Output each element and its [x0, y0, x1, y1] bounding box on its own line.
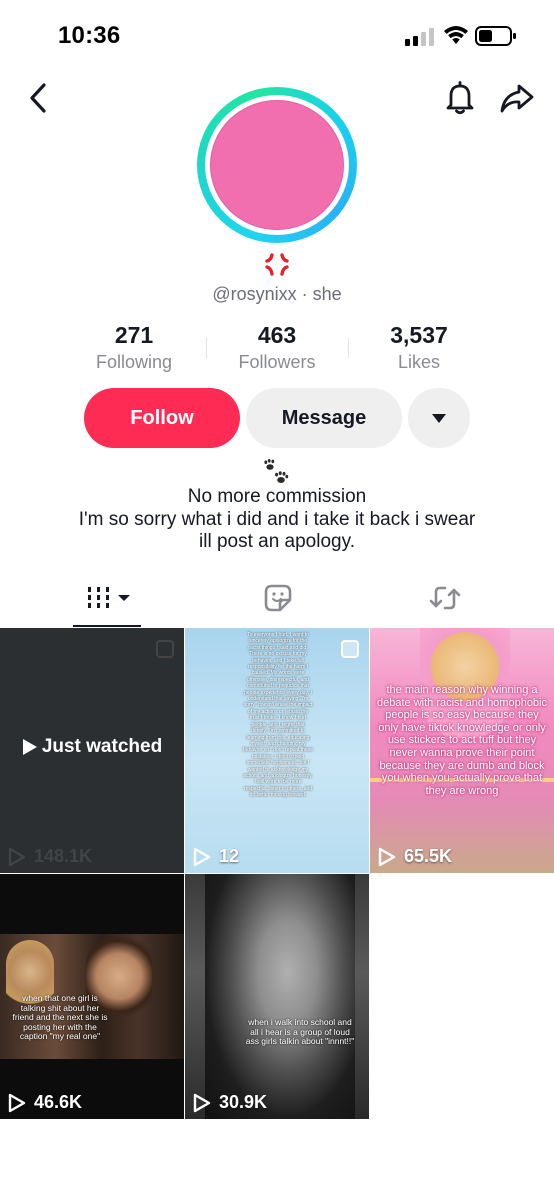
view-count-label: 46.6K — [34, 1092, 83, 1112]
tab-reposts[interactable] — [425, 578, 465, 628]
tab-videos[interactable] — [73, 578, 141, 628]
likes-label: Likes — [397, 352, 441, 372]
view-count-label: 148.1K — [34, 846, 93, 866]
just-watched-label: Just watched — [41, 736, 163, 757]
paw-prints-icon — [264, 459, 289, 483]
bio: No more commission I'm so sorry what i d… — [0, 486, 554, 554]
back-icon[interactable] — [24, 82, 54, 114]
bio-line: I'm so sorry what i did and i take it ba… — [78, 508, 476, 530]
videos-grid-icon — [88, 587, 130, 608]
suggested-accounts-button[interactable] — [408, 388, 470, 448]
cellular-signal-icon — [405, 28, 435, 46]
multi-photo-icon — [341, 640, 359, 658]
view-count: 148.1K — [8, 846, 92, 867]
follow-button[interactable]: Follow — [84, 388, 240, 448]
active-tab-indicator — [73, 625, 141, 627]
view-count-label: 65.5K — [404, 846, 453, 866]
likes-count: 3,537 — [390, 322, 448, 348]
meme-caption: when i walk into school and all i hear i… — [245, 1017, 355, 1047]
avatar[interactable] — [197, 87, 357, 243]
bell-icon[interactable] — [443, 80, 477, 116]
status-time: 10:36 — [58, 22, 121, 49]
status-bar: 10:36 — [0, 0, 554, 70]
play-icon — [22, 739, 37, 755]
video-thumbnail[interactable]: To everyone I hurt, I want to sincerely … — [185, 628, 369, 873]
just-watched-overlay: Just watched — [0, 736, 184, 758]
tab-favorites[interactable] — [258, 578, 298, 628]
meme-caption: when that one girl is talking shit about… — [12, 993, 108, 1042]
play-outline-icon — [8, 847, 26, 866]
play-outline-icon — [8, 1093, 26, 1112]
stat-following[interactable]: 271 Following — [64, 322, 204, 373]
view-count: 12 — [193, 846, 239, 867]
video-thumbnail[interactable]: when that one girl is talking shit about… — [0, 874, 184, 1119]
video-thumbnail[interactable]: Just watched 148.1K — [0, 628, 184, 873]
bio-line: No more commission — [187, 486, 367, 507]
followers-label: Followers — [238, 352, 316, 372]
following-count: 271 — [114, 322, 154, 348]
repost-icon — [429, 586, 461, 610]
followers-count: 463 — [257, 322, 297, 348]
apology-caption: To everyone I hurt, I want to sincerely … — [243, 632, 313, 799]
multi-photo-icon — [156, 640, 174, 658]
username: @rosynixx · she — [212, 284, 342, 304]
bio-line: ill post an apology. — [199, 531, 355, 552]
view-count: 46.6K — [8, 1092, 82, 1113]
share-icon[interactable] — [498, 80, 536, 116]
bw-face-photo — [205, 874, 355, 1119]
following-label: Following — [95, 352, 173, 372]
stat-followers[interactable]: 463 Followers — [207, 322, 347, 373]
caret-down-icon — [432, 413, 446, 423]
message-button[interactable]: Message — [246, 388, 402, 448]
favorites-icon — [264, 584, 292, 612]
play-outline-icon — [193, 1093, 211, 1112]
stat-likes[interactable]: 3,537 Likes — [349, 322, 489, 373]
view-count-label: 30.9K — [219, 1092, 268, 1112]
video-thumbnail[interactable]: the main reason why winning a debate wit… — [370, 628, 554, 873]
view-count: 30.9K — [193, 1092, 267, 1113]
play-outline-icon — [378, 847, 396, 866]
battery-icon — [475, 26, 516, 46]
view-count: 65.5K — [378, 846, 452, 867]
play-outline-icon — [193, 847, 211, 866]
avatar-image — [210, 100, 344, 230]
wifi-icon — [444, 26, 468, 44]
view-count-label: 12 — [219, 846, 240, 866]
anger-emoji-icon — [265, 253, 289, 276]
debate-caption: the main reason why winning a debate wit… — [377, 684, 547, 797]
video-thumbnail[interactable]: when i walk into school and all i hear i… — [185, 874, 369, 1119]
